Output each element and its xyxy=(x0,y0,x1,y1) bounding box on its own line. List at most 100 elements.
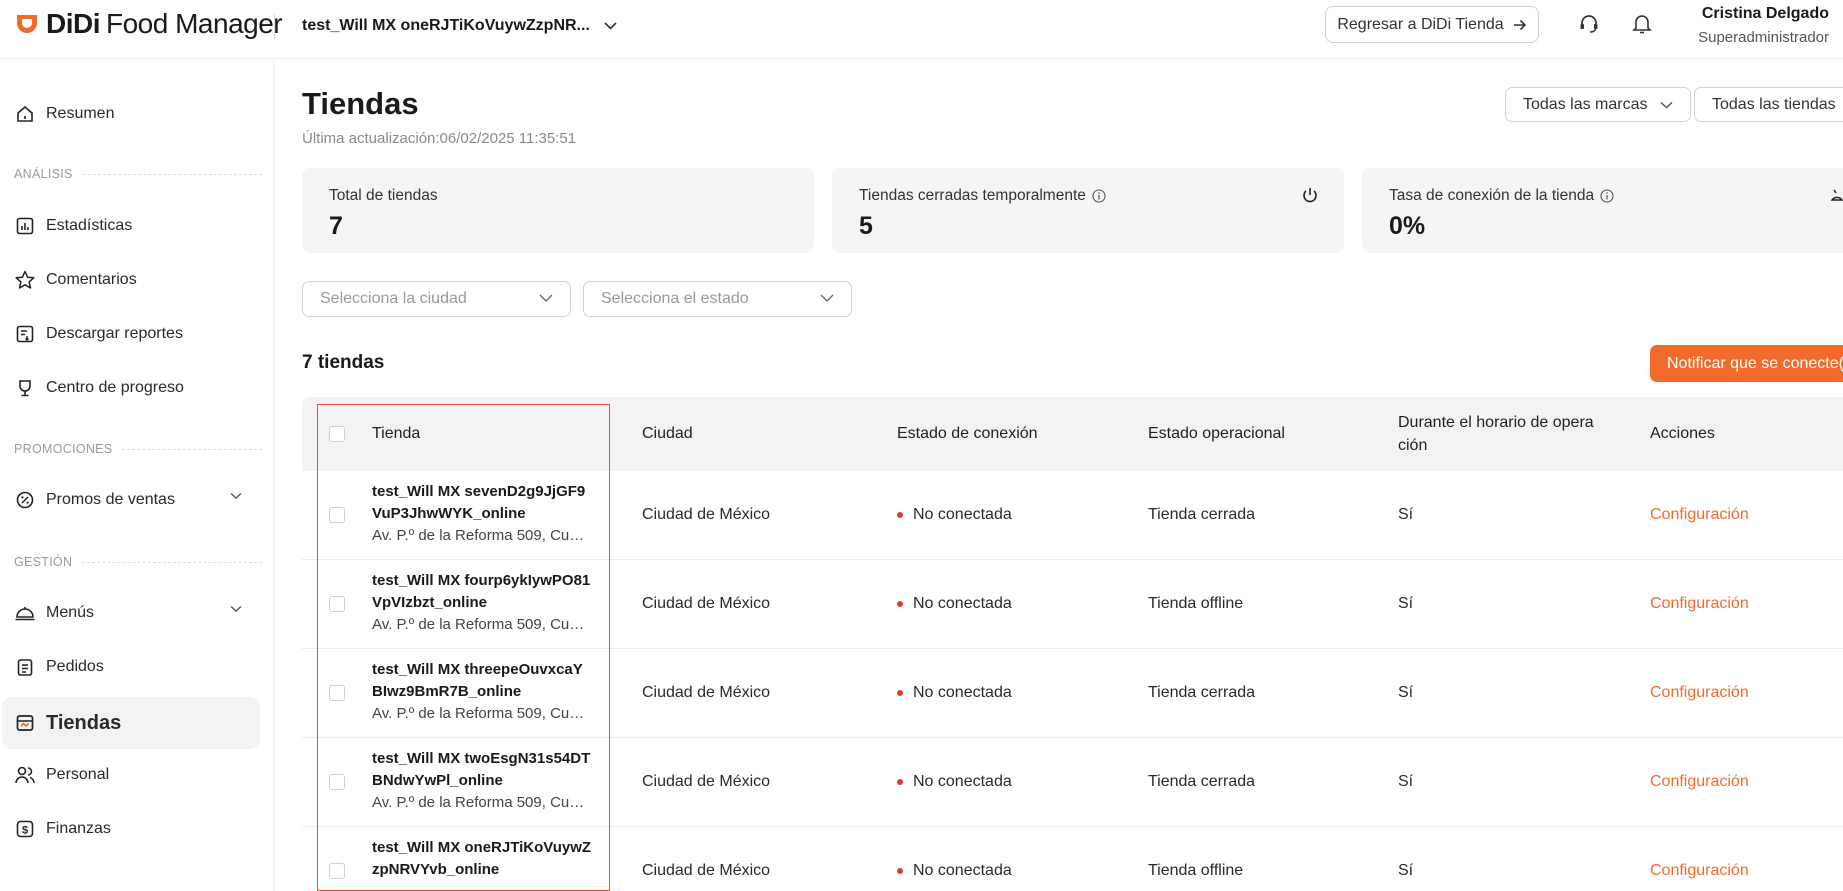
column-header-hours-line1: Durante el horario de opera xyxy=(1398,414,1594,431)
sidebar-item-centro-de-progreso[interactable]: Centro de progreso xyxy=(0,362,262,414)
city-select[interactable]: Selecciona la ciudad xyxy=(302,281,571,317)
notifications-button[interactable] xyxy=(1628,10,1656,38)
sidebar: Resumen ANÁLISIS Estadísticas Comentario… xyxy=(0,60,274,891)
sidebar-item-pedidos[interactable]: Pedidos xyxy=(0,641,262,693)
table-header: Tienda Ciudad Estado de conexión Estado … xyxy=(302,397,1843,471)
chevron-down-icon xyxy=(1660,101,1672,108)
svg-text:$: $ xyxy=(22,825,28,837)
connection-status: No conectada xyxy=(913,684,1012,701)
sidebar-item-personal[interactable]: Personal xyxy=(0,749,262,801)
configuration-link[interactable]: Configuración xyxy=(1650,560,1749,648)
row-checkbox[interactable] xyxy=(329,863,345,879)
brand-filter-label: Todas las marcas xyxy=(1523,95,1648,113)
support-button[interactable] xyxy=(1575,10,1603,38)
configuration-link[interactable]: Configuración xyxy=(1650,827,1749,891)
sidebar-item-label: Tiendas xyxy=(46,711,122,734)
report-download-icon xyxy=(14,323,36,345)
table-row: test_Will MX oneRJTiKoVuywZzpNRVYvb_onli… xyxy=(302,827,1843,891)
app-logo[interactable]: DiDi Food Manager xyxy=(14,8,283,39)
stat-total-label-text: Total de tiendas xyxy=(329,187,438,204)
store-switcher-label: test_Will MX oneRJTiKoVuywZzpNR... xyxy=(302,17,590,34)
info-icon[interactable] xyxy=(1600,189,1614,203)
stat-card-total: Total de tiendas 7 xyxy=(302,168,814,253)
sidebar-item-menus[interactable]: Menús xyxy=(0,587,262,639)
row-checkbox[interactable] xyxy=(329,685,345,701)
store-address: Av. P.º de la Reforma 509, Cuauhtémoc xyxy=(372,794,592,811)
city-cell: Ciudad de México xyxy=(642,595,771,612)
table-row: test_Will MX sevenD2g9JjGF9VuP3JhwWYK_on… xyxy=(302,471,1843,560)
top-bar: DiDi Food Manager test_Will MX oneRJTiKo… xyxy=(0,0,1843,59)
info-icon[interactable] xyxy=(1092,189,1106,203)
row-checkbox[interactable] xyxy=(329,596,345,612)
store-cell: test_Will MX oneRJTiKoVuywZzpNRVYvb_onli… xyxy=(372,837,592,881)
sidebar-item-label: Promos de ventas xyxy=(46,491,175,508)
column-header-actions: Acciones xyxy=(1650,425,1715,442)
operational-cell: Tienda offline xyxy=(1148,595,1244,612)
sidebar-item-finanzas[interactable]: $ Finanzas xyxy=(0,803,262,855)
dollar-icon: $ xyxy=(14,818,36,840)
configuration-link[interactable]: Configuración xyxy=(1650,738,1749,826)
table-row: test_Will MX threepeOuvxcaYBIwz9BmR7B_on… xyxy=(302,649,1843,738)
store-address: Av. P.º de la Reforma 509, Cuauhtémoc xyxy=(372,616,592,633)
topbar-divider xyxy=(274,14,275,40)
arrow-right-icon xyxy=(1513,19,1526,30)
sidebar-item-label: Personal xyxy=(46,766,110,783)
sidebar-item-label: Pedidos xyxy=(46,658,104,675)
store-filter-label: Todas las tiendas xyxy=(1712,95,1836,113)
sidebar-item-tiendas[interactable]: Tiendas xyxy=(2,697,260,749)
state-select[interactable]: Selecciona el estado xyxy=(583,281,852,317)
column-header-connection[interactable]: Estado de conexión xyxy=(897,397,1038,471)
table-row: test_Will MX twoEsgN31s54DTBNdwYwPl_onli… xyxy=(302,738,1843,827)
column-header-city[interactable]: Ciudad xyxy=(642,397,693,471)
store-name: test_Will MX sevenD2g9JjGF9VuP3JhwWYK_on… xyxy=(372,483,586,522)
chevron-down-icon xyxy=(230,605,242,612)
status-dot xyxy=(897,512,903,518)
sidebar-item-label: Finanzas xyxy=(46,820,111,837)
connection-icon[interactable] xyxy=(1830,186,1843,204)
city-cell: Ciudad de México xyxy=(642,684,771,701)
store-cell: test_Will MX threepeOuvxcaYBIwz9BmR7B_on… xyxy=(372,659,592,725)
connection-status: No conectada xyxy=(913,862,1012,879)
store-cell: test_Will MX fourp6ykIywPO81VpVIzbzt_onl… xyxy=(372,570,592,636)
sidebar-item-resumen[interactable]: Resumen xyxy=(0,88,262,140)
store-filter[interactable]: Todas las tiendas xyxy=(1694,87,1843,122)
store-cell: test_Will MX sevenD2g9JjGF9VuP3JhwWYK_on… xyxy=(372,481,592,547)
configuration-link[interactable]: Configuración xyxy=(1650,471,1749,559)
sidebar-item-descargar-reportes[interactable]: Descargar reportes xyxy=(0,308,262,360)
sidebar-item-estadisticas[interactable]: Estadísticas xyxy=(0,200,262,252)
sidebar-item-comentarios[interactable]: Comentarios xyxy=(0,254,262,306)
operational-cell: Tienda cerrada xyxy=(1148,684,1256,701)
row-checkbox[interactable] xyxy=(329,507,345,523)
column-header-operational[interactable]: Estado operacional xyxy=(1148,397,1285,471)
last-update-text: Última actualización:06/02/2025 11:35:51 xyxy=(302,130,577,147)
store-switcher[interactable]: test_Will MX oneRJTiKoVuywZzpNR... xyxy=(302,12,617,40)
configuration-link[interactable]: Configuración xyxy=(1650,649,1749,737)
clipboard-icon xyxy=(14,656,36,678)
column-header-hours-line2: ción xyxy=(1398,437,1428,454)
operational-cell: Tienda cerrada xyxy=(1148,506,1256,523)
stat-rate-value: 0% xyxy=(1389,212,1426,240)
sidebar-item-promos-de-ventas[interactable]: Promos de ventas xyxy=(0,474,262,526)
stat-rate-label-text: Tasa de conexión de la tienda xyxy=(1389,187,1595,204)
chevron-down-icon xyxy=(820,294,834,302)
user-menu[interactable]: Cristina Delgado Superadministrador xyxy=(1698,5,1829,46)
users-icon xyxy=(14,764,36,786)
connection-cell: No conectada xyxy=(897,827,1012,891)
column-header-hours[interactable]: Durante el horario de opera ción xyxy=(1398,397,1618,471)
notify-connect-button[interactable]: Notificar que se conecte( xyxy=(1650,345,1843,382)
status-dot xyxy=(897,690,903,696)
row-checkbox[interactable] xyxy=(329,774,345,790)
hours-cell: Sí xyxy=(1398,862,1414,879)
select-all-checkbox[interactable] xyxy=(329,426,345,442)
power-icon[interactable] xyxy=(1301,186,1319,204)
store-name: test_Will MX twoEsgN31s54DTBNdwYwPl_onli… xyxy=(372,750,591,789)
brand-filter[interactable]: Todas las marcas xyxy=(1505,87,1691,122)
return-to-didi-store-button[interactable]: Regresar a DiDi Tienda xyxy=(1325,6,1539,43)
status-dot xyxy=(897,868,903,874)
column-header-store[interactable]: Tienda xyxy=(372,397,420,471)
hours-cell: Sí xyxy=(1398,684,1414,701)
stat-closed-label-text: Tiendas cerradas temporalmente xyxy=(859,187,1086,204)
cloche-icon xyxy=(14,602,36,624)
sidebar-item-label: Resumen xyxy=(46,105,115,122)
connection-cell: No conectada xyxy=(897,738,1012,826)
